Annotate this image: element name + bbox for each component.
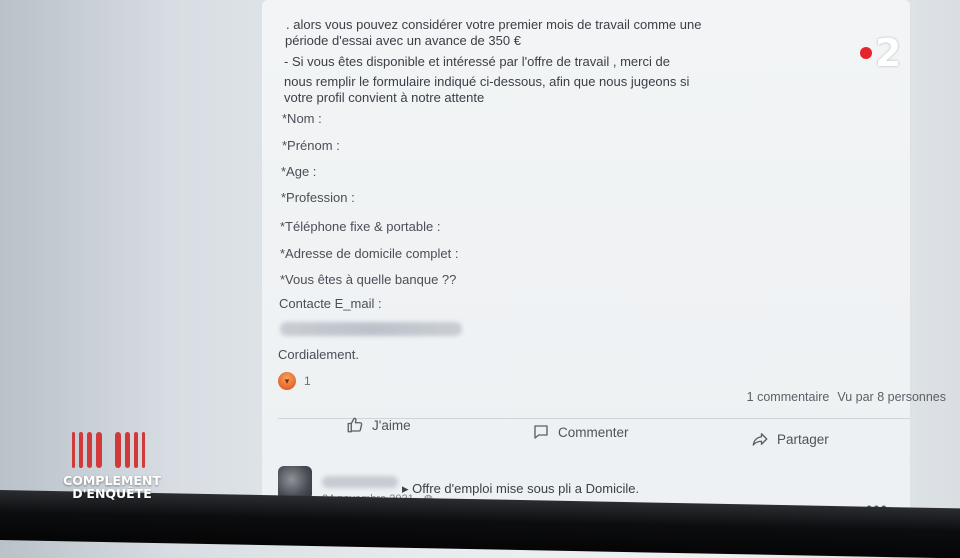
comment-label: Commenter: [558, 424, 629, 440]
form-field-email: Contacte E_mail :: [279, 296, 382, 311]
form-field-banque: *Vous êtes à quelle banque ??: [280, 272, 457, 287]
thumbs-up-icon: [347, 417, 363, 433]
like-button[interactable]: J'aime: [346, 416, 411, 434]
comment-button[interactable]: Commenter: [532, 423, 629, 441]
channel-logo: 2: [860, 34, 901, 72]
blurred-email: [280, 322, 462, 336]
seen-by-count[interactable]: Vu par 8 personnes: [837, 390, 946, 404]
form-field-age: *Age :: [281, 164, 317, 179]
next-post-title[interactable]: ▸ Offre d'emploi mise sous pli a Domicil…: [402, 481, 639, 497]
show-logo-bars: [72, 432, 145, 468]
form-field-prenom: *Prénom :: [282, 138, 340, 153]
post-text-line: période d'essai avec un avance de 350 €: [285, 33, 521, 48]
share-button[interactable]: Partager: [751, 430, 829, 448]
share-label: Partager: [777, 431, 829, 447]
post-text-line: - Si vous êtes disponible et intéressé p…: [284, 54, 670, 69]
form-field-profession: *Profession :: [281, 190, 355, 205]
reaction-count: 1: [304, 374, 311, 388]
angry-emoji-icon: ▾: [278, 372, 296, 390]
share-arrow-icon: [752, 433, 768, 446]
closing-text: Cordialement.: [278, 347, 359, 362]
form-field-adresse: *Adresse de domicile complet :: [280, 246, 459, 261]
comment-count[interactable]: 1 commentaire: [747, 390, 830, 404]
like-label: J'aime: [372, 417, 411, 433]
post-text-line: votre profil convient à notre attente: [284, 90, 485, 105]
blurred-author-name: [322, 476, 398, 488]
show-title-line2: D'ENQUÊTE: [72, 486, 152, 501]
channel-dot: [860, 47, 872, 59]
post-stats: 1 commentaire Vu par 8 personnes: [747, 390, 946, 404]
post-text-line: . alors vous pouvez considérer votre pre…: [286, 17, 702, 32]
post-text-line: nous remplir le formulaire indiqué ci-de…: [284, 74, 690, 89]
speech-bubble-icon: [534, 425, 548, 439]
reaction-summary[interactable]: ▾ 1: [278, 372, 311, 390]
form-field-nom: *Nom :: [282, 111, 322, 126]
channel-number: 2: [875, 31, 902, 75]
show-title: COMPLEMENT D'ENQUÊTE: [52, 474, 172, 500]
form-field-telephone: *Téléphone fixe & portable :: [280, 219, 441, 234]
